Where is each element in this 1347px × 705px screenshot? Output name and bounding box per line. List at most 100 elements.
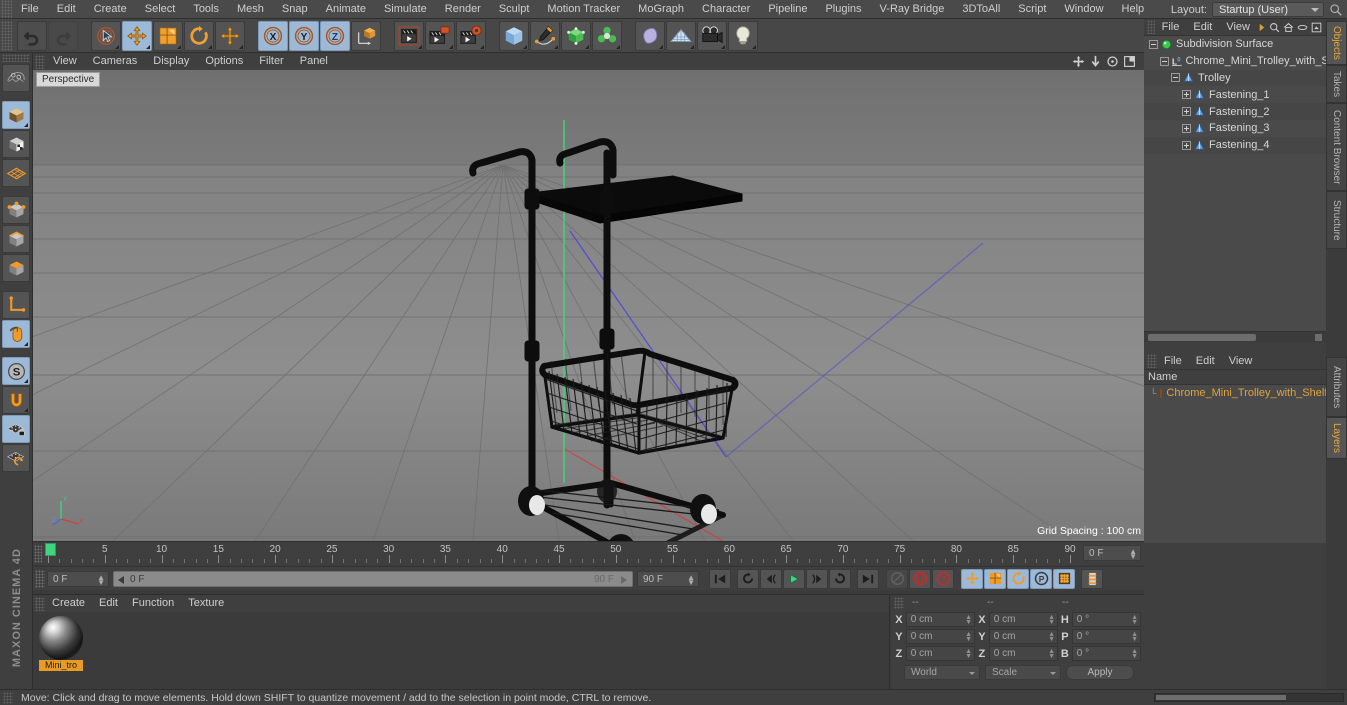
snap-enable-button[interactable] <box>2 386 30 414</box>
rotation-key-button[interactable] <box>1007 568 1029 589</box>
model-mode-button[interactable] <box>2 101 30 129</box>
add-cube-object[interactable] <box>499 20 529 51</box>
fit-icon[interactable] <box>1311 22 1322 33</box>
undo-button[interactable] <box>17 20 47 51</box>
expander-toggle[interactable] <box>1182 90 1191 100</box>
deformers[interactable] <box>592 20 622 51</box>
pan-view-icon[interactable] <box>1072 55 1085 68</box>
render-region[interactable] <box>425 20 455 51</box>
position-y-input[interactable]: 0 cm ▲ ▼ <box>905 629 975 644</box>
material-manager-grip[interactable] <box>35 596 45 611</box>
texture-mode-button[interactable] <box>2 130 30 158</box>
timeline-playhead[interactable] <box>45 543 56 556</box>
light-object[interactable] <box>728 20 758 51</box>
stepper-icon[interactable]: ▲ ▼ <box>687 573 695 586</box>
object-row-chrome-mini-trolley[interactable]: L 0 Chrome_Mini_Trolley_with_Shelf <box>1144 53 1326 70</box>
search-icon[interactable] <box>1329 3 1343 17</box>
scrollbar-thumb[interactable] <box>1148 334 1256 341</box>
material-menu-create[interactable]: Create <box>45 595 92 612</box>
apply-button[interactable]: Apply <box>1066 665 1134 680</box>
expander-toggle[interactable] <box>1182 123 1191 133</box>
stepper-icon[interactable]: ▲ ▼ <box>1048 648 1055 660</box>
viewport-menu-grip[interactable] <box>35 54 45 69</box>
transport-grip[interactable] <box>35 569 45 588</box>
move-tool[interactable] <box>122 20 152 51</box>
viewport-menu-panel[interactable]: Panel <box>292 53 336 70</box>
menu-mesh[interactable]: Mesh <box>228 0 273 19</box>
menu-animate[interactable]: Animate <box>317 0 375 19</box>
tab-layers[interactable]: Layers <box>1326 417 1347 459</box>
expander-toggle[interactable] <box>1160 56 1169 66</box>
polygon-mode-button[interactable] <box>2 254 30 282</box>
toolbar-grip[interactable] <box>1 20 12 51</box>
tab-structure[interactable]: Structure <box>1326 191 1347 249</box>
end-frame-input[interactable]: 90 F ▲ ▼ <box>637 570 699 587</box>
tab-takes[interactable]: Takes <box>1326 65 1347 103</box>
tab-content-browser[interactable]: Content Browser <box>1326 103 1347 191</box>
viewport-menu-display[interactable]: Display <box>145 53 197 70</box>
live-selection-tool[interactable] <box>91 20 121 51</box>
go-to-start-button[interactable] <box>709 568 731 589</box>
world-object-coordinates[interactable] <box>351 20 381 51</box>
object-row-fastening-3[interactable]: Fastening_3 <box>1144 120 1326 137</box>
soft-selection-button[interactable]: S <box>2 357 30 385</box>
stepper-icon[interactable]: ▲ ▼ <box>965 631 972 643</box>
menu-script[interactable]: Script <box>1009 0 1055 19</box>
autokeying-button[interactable] <box>909 568 931 589</box>
position-key-button[interactable] <box>961 568 983 589</box>
current-frame-input[interactable]: 0 F ▲ ▼ <box>47 570 109 587</box>
menu-vray-bridge[interactable]: V-Ray Bridge <box>871 0 954 19</box>
y-axis-lock[interactable]: Y <box>289 20 319 51</box>
chevron-right-icon[interactable] <box>1257 22 1266 33</box>
redo-button[interactable] <box>48 20 78 51</box>
render-view[interactable] <box>394 20 424 51</box>
tab-objects[interactable]: Objects <box>1326 21 1347 65</box>
expander-toggle[interactable] <box>1182 107 1191 117</box>
stepper-icon[interactable]: ▲ ▼ <box>97 573 105 586</box>
render-settings[interactable] <box>456 20 486 51</box>
material-menu-edit[interactable]: Edit <box>92 595 125 612</box>
scale-key-button[interactable] <box>984 568 1006 589</box>
layer-menu-view[interactable]: View <box>1222 353 1260 370</box>
size-z-input[interactable]: 0 cm ▲ ▼ <box>988 646 1058 661</box>
object-menu-view[interactable]: View <box>1219 19 1257 36</box>
make-editable-button[interactable] <box>2 64 30 92</box>
object-row-fastening-4[interactable]: Fastening_4 <box>1144 136 1326 154</box>
keyframe-selection-button[interactable]: ? <box>932 568 954 589</box>
layer-row[interactable]: └ Chrome_Mini_Trolley_with_Shelf_ <box>1144 385 1334 401</box>
spline-pen[interactable] <box>530 20 560 51</box>
viewport-solo-button[interactable] <box>2 320 30 348</box>
object-menu-file[interactable]: File <box>1155 19 1187 36</box>
search-icon[interactable] <box>1269 22 1280 33</box>
enable-axis-modification-button[interactable] <box>2 291 30 319</box>
object-tree[interactable]: Subdivision Surface L 0 Chrome_Mini_Trol… <box>1144 36 1326 330</box>
tab-attributes[interactable]: Attributes <box>1326 357 1347 417</box>
scene-floor[interactable] <box>666 20 696 51</box>
object-row-fastening-1[interactable]: Fastening_1 <box>1144 86 1326 103</box>
position-x-input[interactable]: 0 cm ▲ ▼ <box>905 612 975 627</box>
stepper-icon[interactable]: ▲ ▼ <box>965 648 972 660</box>
z-axis-lock[interactable]: Z <box>320 20 350 51</box>
scene-environment[interactable] <box>635 20 665 51</box>
menu-file[interactable]: File <box>12 0 48 19</box>
layer-menu-file[interactable]: File <box>1157 353 1189 370</box>
object-tree-horizontal-scrollbar[interactable] <box>1144 331 1326 342</box>
position-z-input[interactable]: 0 cm ▲ ▼ <box>905 646 975 661</box>
stepper-icon[interactable]: ▲ ▼ <box>1048 631 1055 643</box>
menu-render[interactable]: Render <box>436 0 490 19</box>
move-axis-tool[interactable] <box>215 20 245 51</box>
rotation-b-input[interactable]: 0 ° ▲ ▼ <box>1071 646 1141 661</box>
camera-object[interactable] <box>697 20 727 51</box>
point-level-animation-button[interactable] <box>1053 568 1075 589</box>
viewport-menu-options[interactable]: Options <box>197 53 251 70</box>
viewport-3d-scene[interactable] <box>33 53 1144 541</box>
viewport[interactable]: View Cameras Display Options Filter Pane… <box>33 53 1144 541</box>
expander-toggle[interactable] <box>1182 140 1191 150</box>
stepper-icon[interactable]: ▲ ▼ <box>965 614 972 626</box>
generators[interactable] <box>561 20 591 51</box>
dolly-view-icon[interactable] <box>1089 55 1102 68</box>
menu-create[interactable]: Create <box>85 0 136 19</box>
timeline-toggle-button[interactable] <box>1081 568 1103 589</box>
viewport-menu-cameras[interactable]: Cameras <box>85 53 146 70</box>
menu-mograph[interactable]: MoGraph <box>629 0 693 19</box>
